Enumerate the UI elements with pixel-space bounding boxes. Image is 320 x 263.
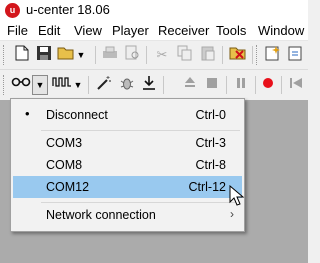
menu-item-disconnect[interactable]: • Disconnect Ctrl-0 bbox=[13, 104, 242, 126]
eject-icon[interactable] bbox=[180, 75, 200, 95]
toolbar-separator bbox=[226, 76, 227, 94]
standard-toolbar: ▼ ✂ bbox=[0, 41, 308, 70]
debug-icon[interactable] bbox=[117, 75, 137, 95]
toolbar-separator bbox=[222, 46, 223, 64]
menu-item-shortcut: Ctrl-3 bbox=[195, 136, 226, 150]
print-preview-icon[interactable] bbox=[122, 45, 142, 65]
menu-item-com12[interactable]: COM12 Ctrl-12 bbox=[13, 176, 242, 198]
print-icon[interactable] bbox=[100, 45, 120, 65]
open-folder-icon[interactable] bbox=[56, 45, 76, 65]
new-file-icon[interactable] bbox=[12, 45, 32, 65]
toolbar-grip[interactable] bbox=[256, 45, 260, 65]
toolbar-separator bbox=[252, 46, 253, 64]
mouse-cursor-icon bbox=[229, 184, 245, 207]
export-icon[interactable] bbox=[285, 45, 305, 65]
toolbar-separator bbox=[163, 76, 164, 94]
record-icon[interactable] bbox=[258, 75, 278, 95]
menu-edit[interactable]: Edit bbox=[38, 23, 60, 38]
toolbar-separator bbox=[281, 76, 282, 94]
toolbar-separator bbox=[255, 76, 256, 94]
new-view-icon[interactable] bbox=[262, 45, 282, 65]
menu-item-shortcut: Ctrl-0 bbox=[195, 108, 226, 122]
menu-item-shortcut: Ctrl-12 bbox=[188, 180, 226, 194]
connection-dropdown-menu: • Disconnect Ctrl-0 COM3 Ctrl-3 COM8 Ctr… bbox=[10, 98, 245, 232]
menu-receiver[interactable]: Receiver bbox=[158, 23, 209, 38]
menu-tools[interactable]: Tools bbox=[216, 23, 246, 38]
menu-separator bbox=[41, 130, 240, 131]
copy-icon[interactable] bbox=[175, 45, 195, 65]
receiver-toolbar: ▼ ▼ bbox=[0, 71, 308, 99]
chevron-down-icon[interactable]: ▼ bbox=[72, 75, 84, 95]
connection-icon[interactable] bbox=[10, 75, 32, 95]
save-icon[interactable] bbox=[34, 45, 54, 65]
menu-item-label: Disconnect bbox=[46, 108, 108, 122]
stop-icon[interactable] bbox=[202, 75, 222, 95]
menu-player[interactable]: Player bbox=[112, 23, 149, 38]
menu-item-network-connection[interactable]: Network connection › bbox=[13, 204, 242, 226]
paste-icon[interactable] bbox=[198, 45, 218, 65]
toolbar-grip[interactable] bbox=[3, 75, 7, 95]
pause-icon[interactable] bbox=[231, 75, 251, 95]
app-logo-icon: u bbox=[5, 3, 20, 18]
menu-window[interactable]: Window bbox=[258, 23, 304, 38]
autobaud-wand-icon[interactable] bbox=[94, 75, 114, 95]
menu-bar: File Edit View Player Receiver Tools Win… bbox=[0, 20, 308, 41]
toolbar-grip[interactable] bbox=[3, 45, 7, 65]
close-file-icon[interactable] bbox=[228, 45, 248, 65]
baudrate-icon[interactable] bbox=[52, 75, 72, 95]
menu-item-label: COM12 bbox=[46, 180, 90, 194]
menu-item-com3[interactable]: COM3 Ctrl-3 bbox=[13, 132, 242, 154]
submenu-arrow-icon: › bbox=[230, 207, 234, 221]
rewind-icon[interactable] bbox=[286, 75, 306, 95]
menu-separator bbox=[41, 202, 240, 203]
menu-item-label: Network connection bbox=[46, 208, 156, 222]
menu-item-label: COM3 bbox=[46, 136, 83, 150]
menu-view[interactable]: View bbox=[74, 23, 102, 38]
menu-file[interactable]: File bbox=[7, 23, 28, 38]
toolbar-separator bbox=[95, 46, 96, 64]
menu-item-shortcut: Ctrl-8 bbox=[195, 158, 226, 172]
window-title: u-center 18.06 bbox=[26, 2, 110, 17]
chevron-down-icon[interactable]: ▼ bbox=[32, 75, 48, 95]
chevron-down-icon[interactable]: ▼ bbox=[75, 45, 87, 65]
download-icon[interactable] bbox=[139, 75, 159, 95]
checked-bullet-icon: • bbox=[25, 106, 30, 121]
title-bar: u u-center 18.06 bbox=[0, 0, 308, 20]
menu-item-com8[interactable]: COM8 Ctrl-8 bbox=[13, 154, 242, 176]
toolbar-separator bbox=[146, 46, 147, 64]
menu-item-label: COM8 bbox=[46, 158, 83, 172]
toolbar-separator bbox=[88, 76, 89, 94]
cut-icon[interactable]: ✂ bbox=[152, 45, 172, 65]
